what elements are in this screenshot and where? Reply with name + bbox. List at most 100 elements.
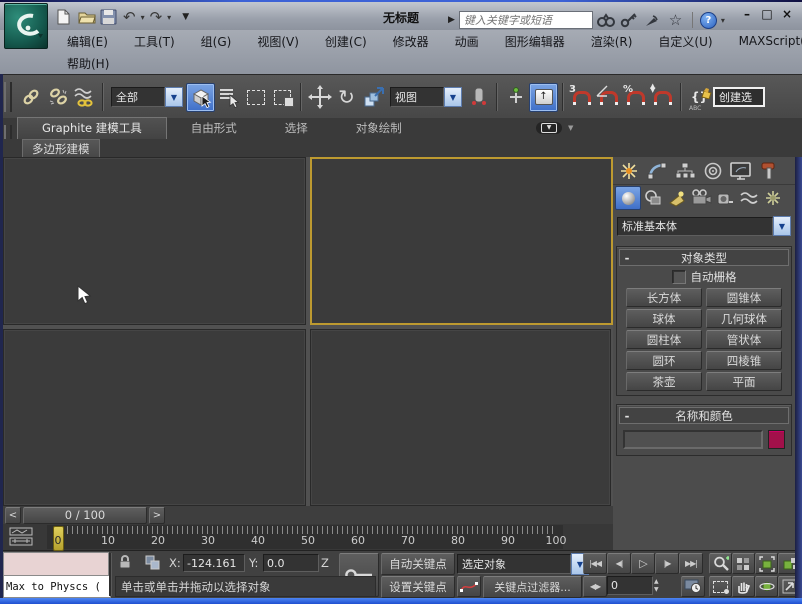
menu-graph-editors[interactable]: 图形编辑器 — [492, 31, 578, 52]
menu-modifiers[interactable]: 修改器 — [380, 31, 442, 52]
redo-dropdown-icon[interactable]: ▾ — [167, 13, 171, 22]
search-collapse-icon[interactable]: ▶ — [448, 15, 455, 25]
auto-key-button[interactable]: 自动关键点 — [381, 553, 455, 575]
primitive-category-dropdown[interactable]: 标准基本体 ▼ — [617, 216, 791, 236]
unlink-selection-icon[interactable] — [44, 84, 71, 111]
maxscript-mini-listener[interactable]: Max to Physcs ( — [3, 575, 111, 598]
ribbon-tab-graphite[interactable]: Graphite 建模工具 — [17, 117, 167, 139]
tab-utilities-icon[interactable] — [755, 159, 783, 183]
absolute-offset-mode-icon[interactable] — [143, 553, 163, 574]
time-forward-button[interactable]: > — [149, 507, 165, 524]
tab-modify-icon[interactable] — [643, 159, 671, 183]
go-to-start-button[interactable]: |◀◀ — [583, 553, 607, 574]
subscription-key-icon[interactable] — [620, 11, 639, 29]
named-selection-set-field[interactable]: 创建选 — [713, 87, 765, 107]
viewport-bottom-left[interactable] — [3, 329, 306, 506]
mini-curve-editor-icon[interactable] — [9, 527, 39, 546]
menu-help[interactable]: 帮助(H) — [54, 53, 122, 74]
time-back-button[interactable]: < — [5, 507, 21, 524]
viewport-bottom-right[interactable] — [310, 329, 611, 506]
bind-to-space-warp-icon[interactable] — [71, 84, 98, 111]
orbit-icon[interactable] — [755, 576, 778, 597]
name-color-rollout-header[interactable]: - 名称和颜色 — [619, 407, 789, 424]
open-file-icon[interactable] — [77, 9, 95, 25]
current-frame-value[interactable]: 0 — [607, 576, 653, 595]
category-lights-icon[interactable] — [665, 187, 689, 209]
rectangular-selection-region-button[interactable] — [242, 84, 269, 111]
chevron-down-icon[interactable]: ▼ — [444, 87, 462, 107]
toolbar-drag-handle[interactable] — [4, 82, 12, 112]
save-icon[interactable] — [100, 9, 118, 25]
y-coordinate-field[interactable]: 0.0 — [263, 554, 319, 572]
selection-filter-dropdown[interactable]: 全部 ▼ — [111, 87, 183, 107]
ribbon-drag-handle[interactable] — [4, 125, 12, 139]
category-helpers-icon[interactable] — [713, 187, 737, 209]
minimize-button[interactable]: – — [740, 8, 754, 22]
window-crossing-toggle[interactable] — [269, 84, 296, 111]
viewport-top-right-active[interactable] — [310, 157, 613, 325]
qat-flyout-icon[interactable]: ▼ — [182, 12, 189, 22]
angle-snap-toggle[interactable] — [595, 84, 622, 111]
keyboard-shortcut-override-toggle[interactable]: ↑ — [529, 83, 558, 112]
tab-create-icon[interactable] — [615, 159, 643, 183]
application-menu-button[interactable] — [4, 3, 48, 49]
menu-views[interactable]: 视图(V) — [244, 31, 312, 52]
menu-animation[interactable]: 动画 — [442, 31, 492, 52]
edit-named-selection-sets-button[interactable]: {}ABC — [686, 84, 713, 111]
menu-customize[interactable]: 自定义(U) — [645, 31, 725, 52]
selection-lock-icon[interactable] — [117, 554, 133, 573]
tab-display-icon[interactable] — [727, 159, 755, 183]
menu-rendering[interactable]: 渲染(R) — [578, 31, 646, 52]
menu-maxscript[interactable]: MAXScript(M) — [726, 32, 802, 50]
close-button[interactable]: × — [780, 8, 794, 22]
collapse-icon[interactable]: - — [620, 409, 634, 423]
tube-button[interactable]: 管状体 — [706, 330, 782, 349]
plane-button[interactable]: 平面 — [706, 372, 782, 391]
collapse-icon[interactable]: - — [620, 251, 634, 265]
previous-frame-button[interactable]: ◀| — [607, 553, 631, 574]
object-color-swatch[interactable] — [768, 430, 785, 449]
select-and-link-icon[interactable] — [17, 84, 44, 111]
select-object-button[interactable] — [186, 83, 215, 112]
field-of-view-region-icon[interactable] — [709, 576, 732, 597]
ribbon-tab-object-paint[interactable]: 对象绘制 — [332, 118, 426, 139]
percent-snap-toggle[interactable]: % — [622, 84, 649, 111]
select-and-scale-button[interactable] — [360, 84, 387, 111]
category-shapes-icon[interactable] — [641, 187, 665, 209]
undo-icon[interactable]: ↶ — [123, 8, 136, 26]
chevron-down-icon[interactable]: ▼ — [773, 216, 791, 236]
select-and-rotate-button[interactable]: ↻ — [333, 84, 360, 111]
search-input[interactable] — [459, 11, 593, 29]
menu-group[interactable]: 组(G) — [188, 31, 245, 52]
play-button[interactable]: ▷ — [631, 553, 655, 574]
geosphere-button[interactable]: 几何球体 — [706, 309, 782, 328]
communication-center-icon[interactable] — [643, 11, 662, 29]
torus-button[interactable]: 圆环 — [626, 351, 702, 370]
search-binoculars-icon[interactable] — [597, 11, 616, 29]
tab-hierarchy-icon[interactable] — [671, 159, 699, 183]
zoom-tool-icon[interactable] — [709, 553, 732, 574]
zoom-extents-icon[interactable] — [755, 553, 778, 574]
category-geometry-icon[interactable] — [615, 186, 641, 210]
time-slider-value[interactable]: 0 / 100 — [23, 507, 147, 524]
current-frame-spinner[interactable]: 0 ▲▼ — [607, 576, 659, 595]
default-tangent-icon[interactable] — [457, 576, 481, 597]
ribbon-tab-freeform[interactable]: 自由形式 — [167, 118, 261, 139]
category-space-warps-icon[interactable] — [737, 187, 761, 209]
go-to-end-button[interactable]: ▶▶| — [679, 553, 703, 574]
chevron-down-icon[interactable]: ▼ — [165, 87, 183, 107]
status-splitter[interactable] — [109, 553, 112, 596]
viewport-top-left[interactable] — [3, 157, 306, 325]
time-configuration-icon[interactable] — [681, 576, 705, 597]
snaps-toggle-3d[interactable]: 3 — [568, 84, 595, 111]
key-mode-toggle[interactable]: ◀▶ — [583, 576, 607, 597]
new-file-icon[interactable] — [54, 9, 72, 25]
pan-hand-icon[interactable] — [732, 576, 755, 597]
cylinder-button[interactable]: 圆柱体 — [626, 330, 702, 349]
ribbon-minimize-dropdown-icon[interactable]: ▼ — [568, 124, 573, 132]
select-and-manipulate-button[interactable] — [502, 84, 529, 111]
object-name-field[interactable] — [623, 430, 763, 449]
maximize-button[interactable]: □ — [760, 8, 774, 22]
x-coordinate-field[interactable]: -124.161 — [183, 554, 245, 572]
undo-dropdown-icon[interactable]: ▾ — [141, 13, 145, 22]
